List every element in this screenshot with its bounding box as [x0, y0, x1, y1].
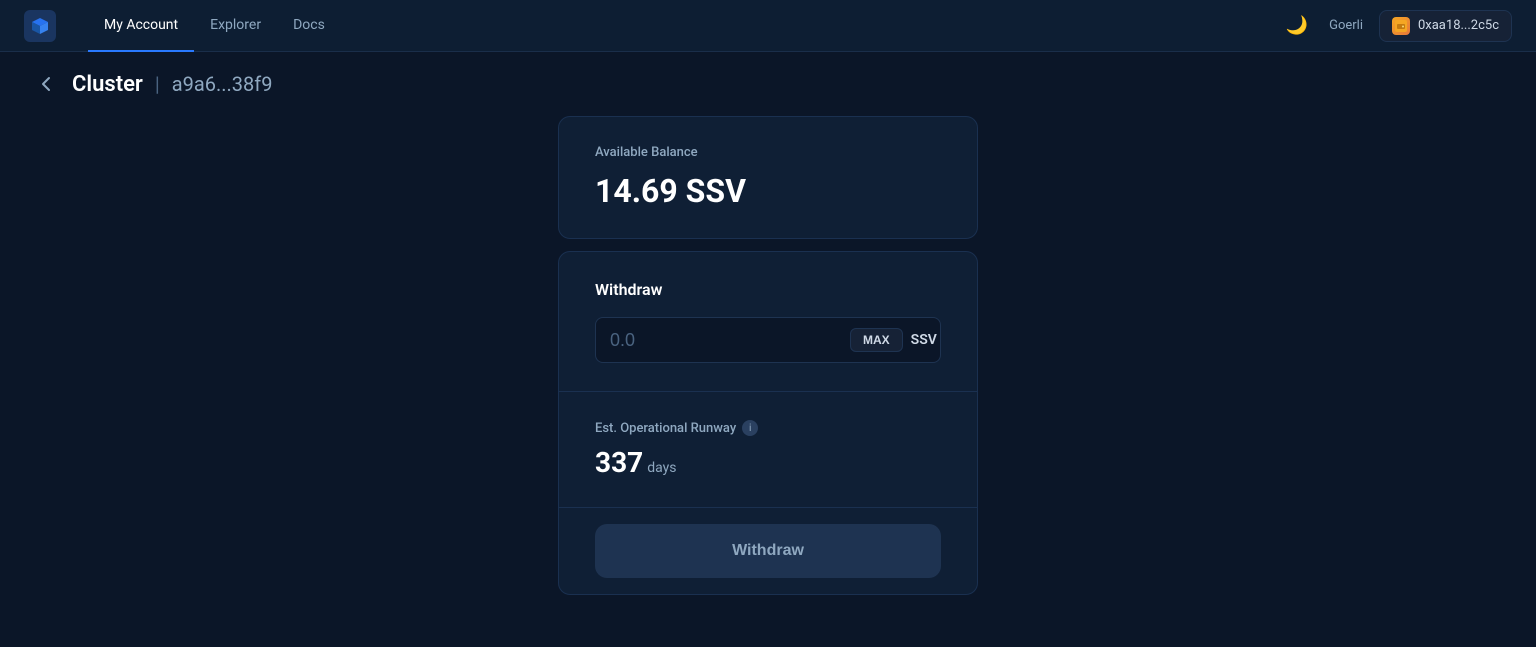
back-arrow-button[interactable]	[32, 70, 60, 98]
ssv-logo-icon	[24, 10, 56, 42]
withdraw-button[interactable]: Withdraw	[595, 524, 941, 578]
network-badge: Goerli	[1329, 18, 1363, 33]
navbar-left: My Account Explorer Docs	[24, 0, 341, 52]
runway-header: Est. Operational Runway i	[595, 420, 941, 436]
runway-section: Est. Operational Runway i 337days	[559, 392, 977, 507]
balance-card-inner: Available Balance 14.69 SSV	[559, 117, 977, 238]
breadcrumb-cluster-label: Cluster	[72, 72, 143, 97]
nav-my-account[interactable]: My Account	[88, 0, 194, 52]
nav-docs[interactable]: Docs	[277, 0, 341, 52]
breadcrumb: Cluster | a9a6...38f9	[0, 52, 1536, 116]
amount-input-wrapper: MAX SSV	[595, 317, 941, 363]
wallet-connect-button[interactable]: 0xaa18...2c5c	[1379, 10, 1512, 42]
max-button[interactable]: MAX	[850, 328, 903, 352]
runway-value: 337days	[595, 446, 941, 479]
network-label: Goerli	[1329, 18, 1363, 33]
navbar-right: 🌙 Goerli 0xaa18...2c5c	[1281, 10, 1512, 42]
withdraw-main-card: Withdraw MAX SSV Est. Operational Runway…	[558, 251, 978, 595]
balance-card: Available Balance 14.69 SSV	[558, 116, 978, 239]
navbar: My Account Explorer Docs 🌙 Goerli 0xaa18…	[0, 0, 1536, 52]
runway-unit: days	[647, 460, 676, 476]
runway-label: Est. Operational Runway	[595, 421, 736, 436]
breadcrumb-address: a9a6...38f9	[172, 72, 273, 96]
theme-toggle-button[interactable]: 🌙	[1281, 10, 1313, 42]
main-content: Available Balance 14.69 SSV Withdraw MAX…	[0, 116, 1536, 647]
cards-container: Available Balance 14.69 SSV Withdraw MAX…	[0, 116, 1536, 607]
logo-area[interactable]	[24, 10, 56, 42]
withdraw-section: Withdraw MAX SSV	[559, 252, 977, 391]
wallet-address: 0xaa18...2c5c	[1418, 18, 1499, 33]
withdraw-section-label: Withdraw	[595, 280, 941, 299]
withdraw-button-section: Withdraw	[559, 508, 977, 594]
currency-label: SSV	[911, 332, 937, 348]
wallet-icon	[1392, 17, 1410, 35]
nav-explorer[interactable]: Explorer	[194, 0, 277, 52]
balance-label: Available Balance	[595, 145, 941, 160]
runway-info-icon[interactable]: i	[742, 420, 758, 436]
amount-input[interactable]	[610, 330, 842, 351]
breadcrumb-separator: |	[155, 72, 160, 96]
balance-value: 14.69 SSV	[595, 172, 941, 210]
nav-links: My Account Explorer Docs	[88, 0, 341, 52]
